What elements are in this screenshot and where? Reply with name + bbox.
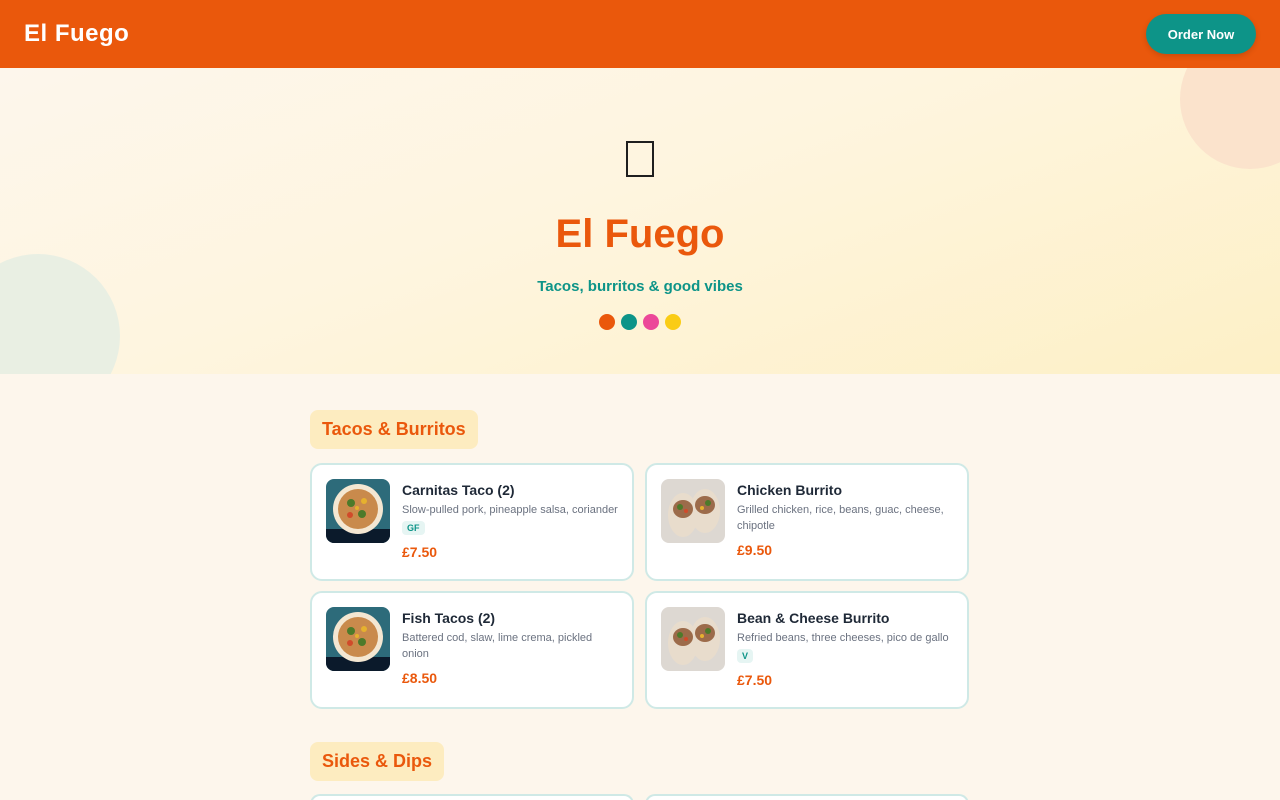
menu-item-card[interactable] [310, 794, 634, 800]
item-description: Slow-pulled pork, pineapple salsa, coria… [402, 504, 618, 516]
burrito-photo [661, 479, 725, 543]
item-name: Chicken Burrito [737, 482, 843, 498]
top-nav: El Fuego Order Now [0, 0, 1280, 68]
item-description: Refried beans, three cheeses, pico de ga… [737, 632, 949, 644]
item-price: £9.50 [737, 542, 773, 558]
brand-logo[interactable]: El Fuego [24, 20, 129, 48]
item-name: Fish Tacos (2) [402, 610, 496, 626]
dot-pink [643, 314, 659, 330]
menu-item-card[interactable]: Bean & Cheese Burrito Refried beans, thr… [645, 591, 969, 709]
menu-item-card[interactable]: Carnitas Taco (2) Slow-pulled pork, pine… [310, 463, 634, 581]
menu-item-card[interactable]: Fish Tacos (2) Battered cod, slaw, lime … [310, 591, 634, 709]
menu-item-card[interactable] [645, 794, 969, 800]
vegetarian-badge: V [737, 649, 754, 663]
dot-teal [621, 314, 637, 330]
dot-yellow [665, 314, 681, 330]
gluten-free-badge: GF [402, 521, 425, 535]
hero-tagline: Tacos, burritos & good vibes [537, 278, 743, 295]
section-heading-sides-dips: Sides & Dips [310, 742, 445, 781]
item-price: £8.50 [402, 670, 438, 686]
decorative-circle [1180, 68, 1280, 169]
taco-photo [326, 479, 390, 543]
item-description: Grilled chicken, rice, beans, guac, chee… [737, 504, 944, 532]
decorative-circle [0, 254, 120, 374]
burrito-photo [661, 607, 725, 671]
taco-icon [626, 141, 654, 177]
menu-item-card[interactable]: Chicken Burrito Grilled chicken, rice, b… [645, 463, 969, 581]
section-heading-tacos-burritos: Tacos & Burritos [310, 410, 478, 449]
item-price: £7.50 [402, 544, 438, 560]
color-dots [599, 314, 681, 330]
hero-title: El Fuego [555, 212, 725, 256]
taco-photo [326, 607, 390, 671]
item-description: Battered cod, slaw, lime crema, pickled … [402, 632, 593, 660]
order-now-button[interactable]: Order Now [1146, 14, 1256, 54]
item-price: £7.50 [737, 672, 773, 688]
hero-banner: El Fuego Tacos, burritos & good vibes [0, 68, 1280, 374]
item-name: Carnitas Taco (2) [402, 482, 515, 498]
item-name: Bean & Cheese Burrito [737, 610, 890, 626]
dot-orange [599, 314, 615, 330]
